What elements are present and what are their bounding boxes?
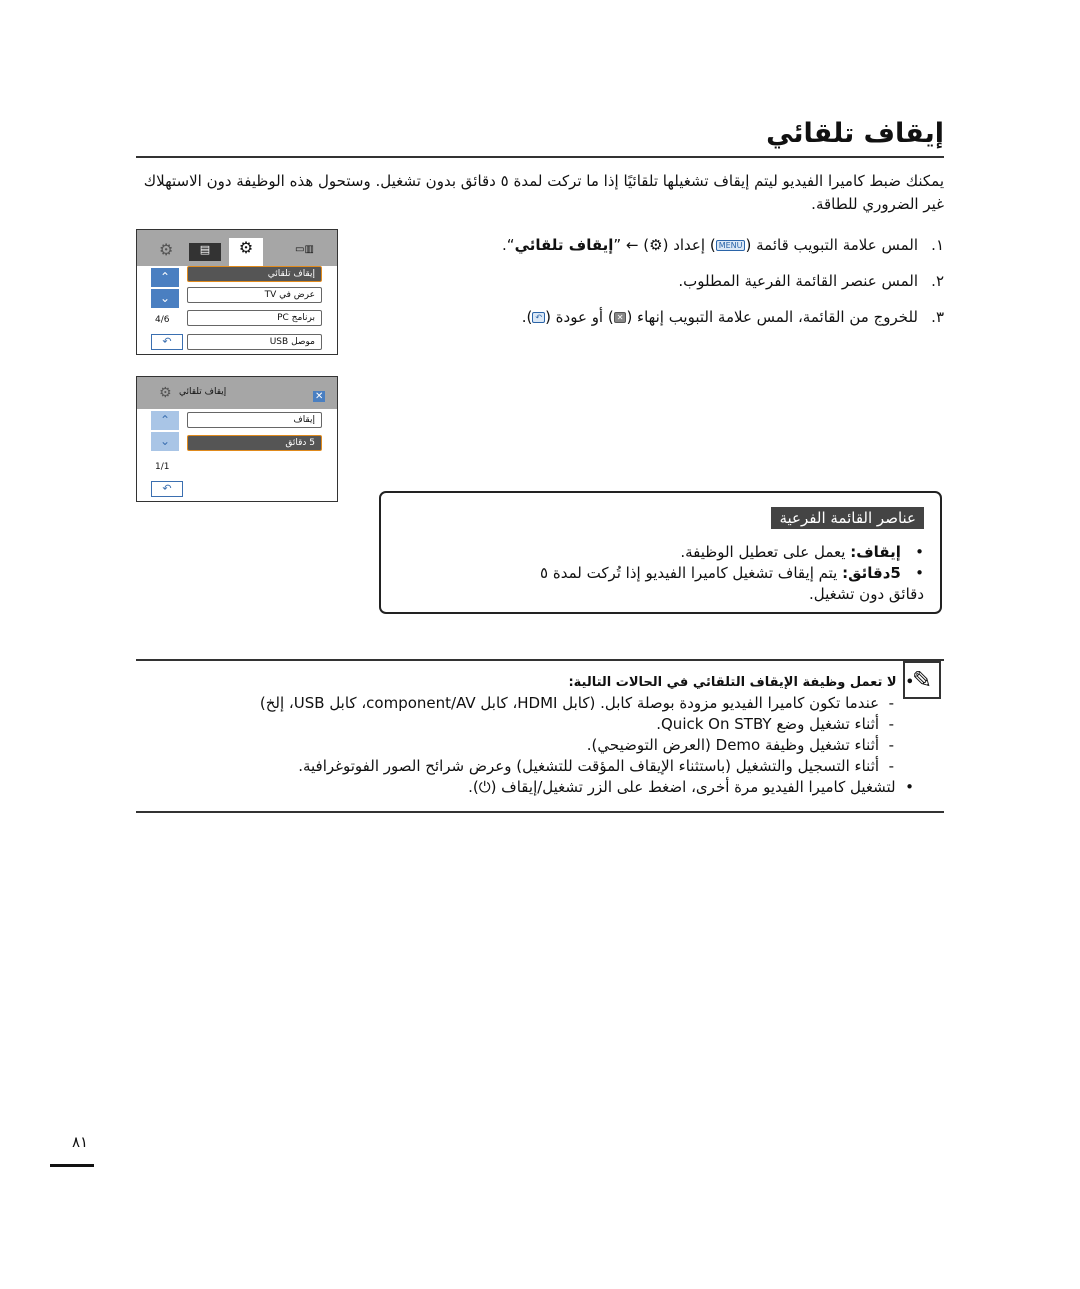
back-button[interactable]: ↶ (151, 334, 183, 350)
settings-tab-icon[interactable]: ⚙ (229, 238, 263, 266)
scroll-down-button[interactable]: ⌄ (151, 432, 179, 451)
step-1: ١. المس علامة التبويب قائمة (MENU) إعداد… (502, 236, 944, 254)
menu-item-pc[interactable]: برنامج PC (187, 310, 322, 326)
gear-icon: ⚙ (159, 240, 174, 259)
tab-bar: ⚙ ▤ ⚙ ▭▥ (137, 230, 337, 266)
submenu-item-5min: • 5دقائق: يتم إيقاف تشغيل كاميرا الفيديو… (540, 564, 924, 603)
page-number: ٨١ (72, 1133, 89, 1151)
close-button[interactable]: ✕ (313, 391, 326, 402)
submenu-box: عناصر القائمة الفرعية • إيقاف: يعمل على … (379, 491, 942, 614)
page-title: إيقاف تلقائي (766, 118, 944, 149)
submenu-heading: عناصر القائمة الفرعية (771, 507, 924, 529)
playlist-tab-icon[interactable]: ▤ (189, 243, 221, 261)
note-subitem: - أثناء تشغيل وضع Quick On STBY. (656, 715, 894, 733)
intro-text: يمكنك ضبط كاميرا الفيديو ليتم إيقاف تشغي… (143, 172, 944, 213)
note-subitem: - عندما تكون كاميرا الفيديو مزودة بوصلة … (259, 694, 894, 712)
settings-icon: ⚙ (649, 236, 663, 254)
step-2: ٢. المس عنصر القائمة الفرعية المطلوب. (678, 272, 944, 290)
camera-screen-auto-off: ⚙ إيقاف تلقائي ✕ إيقاف 5 دقائق ⌃ ⌄ 1/1 ↶ (136, 376, 338, 502)
battery-icon: ▭▥ (295, 244, 314, 255)
note: • لا تعمل وظيفة الإيقاف التلقائي في الحا… (214, 672, 944, 798)
step-3: ٣. للخروج من القائمة، المس علامة التبويب… (521, 308, 944, 326)
screen-title: إيقاف تلقائي (179, 387, 227, 397)
menu-item-tv[interactable]: عرض في TV (187, 287, 322, 303)
menu-item-usb[interactable]: موصل USB (187, 334, 322, 350)
close-icon: ✕ (613, 312, 627, 323)
note-subitem: - أثناء التسجيل والتشغيل (باستثناء الإيق… (298, 757, 894, 775)
back-icon: ↶ (532, 312, 546, 323)
menu-icon: MENU (715, 240, 746, 251)
option-off[interactable]: إيقاف (187, 412, 322, 428)
header-bar: ⚙ إيقاف تلقائي ✕ (137, 377, 337, 409)
page-counter: 1/1 (155, 462, 170, 472)
note-subitem: - أثناء تشغيل وظيفة Demo (العرض التوضيحي… (586, 736, 894, 754)
gear-icon: ⚙ (159, 385, 172, 401)
scroll-up-button[interactable]: ⌃ (151, 411, 179, 430)
option-5-minutes[interactable]: 5 دقائق (187, 435, 322, 451)
title-rule (136, 156, 944, 158)
manual-page: إيقاف تلقائي يمكنك ضبط كاميرا الفيديو لي… (0, 0, 1080, 1289)
scroll-up-button[interactable]: ⌃ (151, 268, 179, 287)
note-rule-top (136, 659, 944, 661)
note-heading: • لا تعمل وظيفة الإيقاف التلقائي في الحا… (568, 675, 914, 690)
page-counter: 4/6 (155, 315, 170, 325)
camera-screen-settings: ⚙ ▤ ⚙ ▭▥ إيقاف تلقائي عرض في TV برنامج P… (136, 229, 338, 355)
back-button[interactable]: ↶ (151, 481, 183, 497)
menu-item-auto-power-off[interactable]: إيقاف تلقائي (187, 266, 322, 282)
page-number-bar (50, 1164, 94, 1167)
note-last: • لتشغيل كاميرا الفيديو مرة أخرى، اضغط ع… (468, 778, 914, 796)
scroll-down-button[interactable]: ⌄ (151, 289, 179, 308)
note-rule-bottom (136, 811, 944, 813)
submenu-item-off: • إيقاف: يعمل على تعطيل الوظيفة. (680, 543, 924, 561)
